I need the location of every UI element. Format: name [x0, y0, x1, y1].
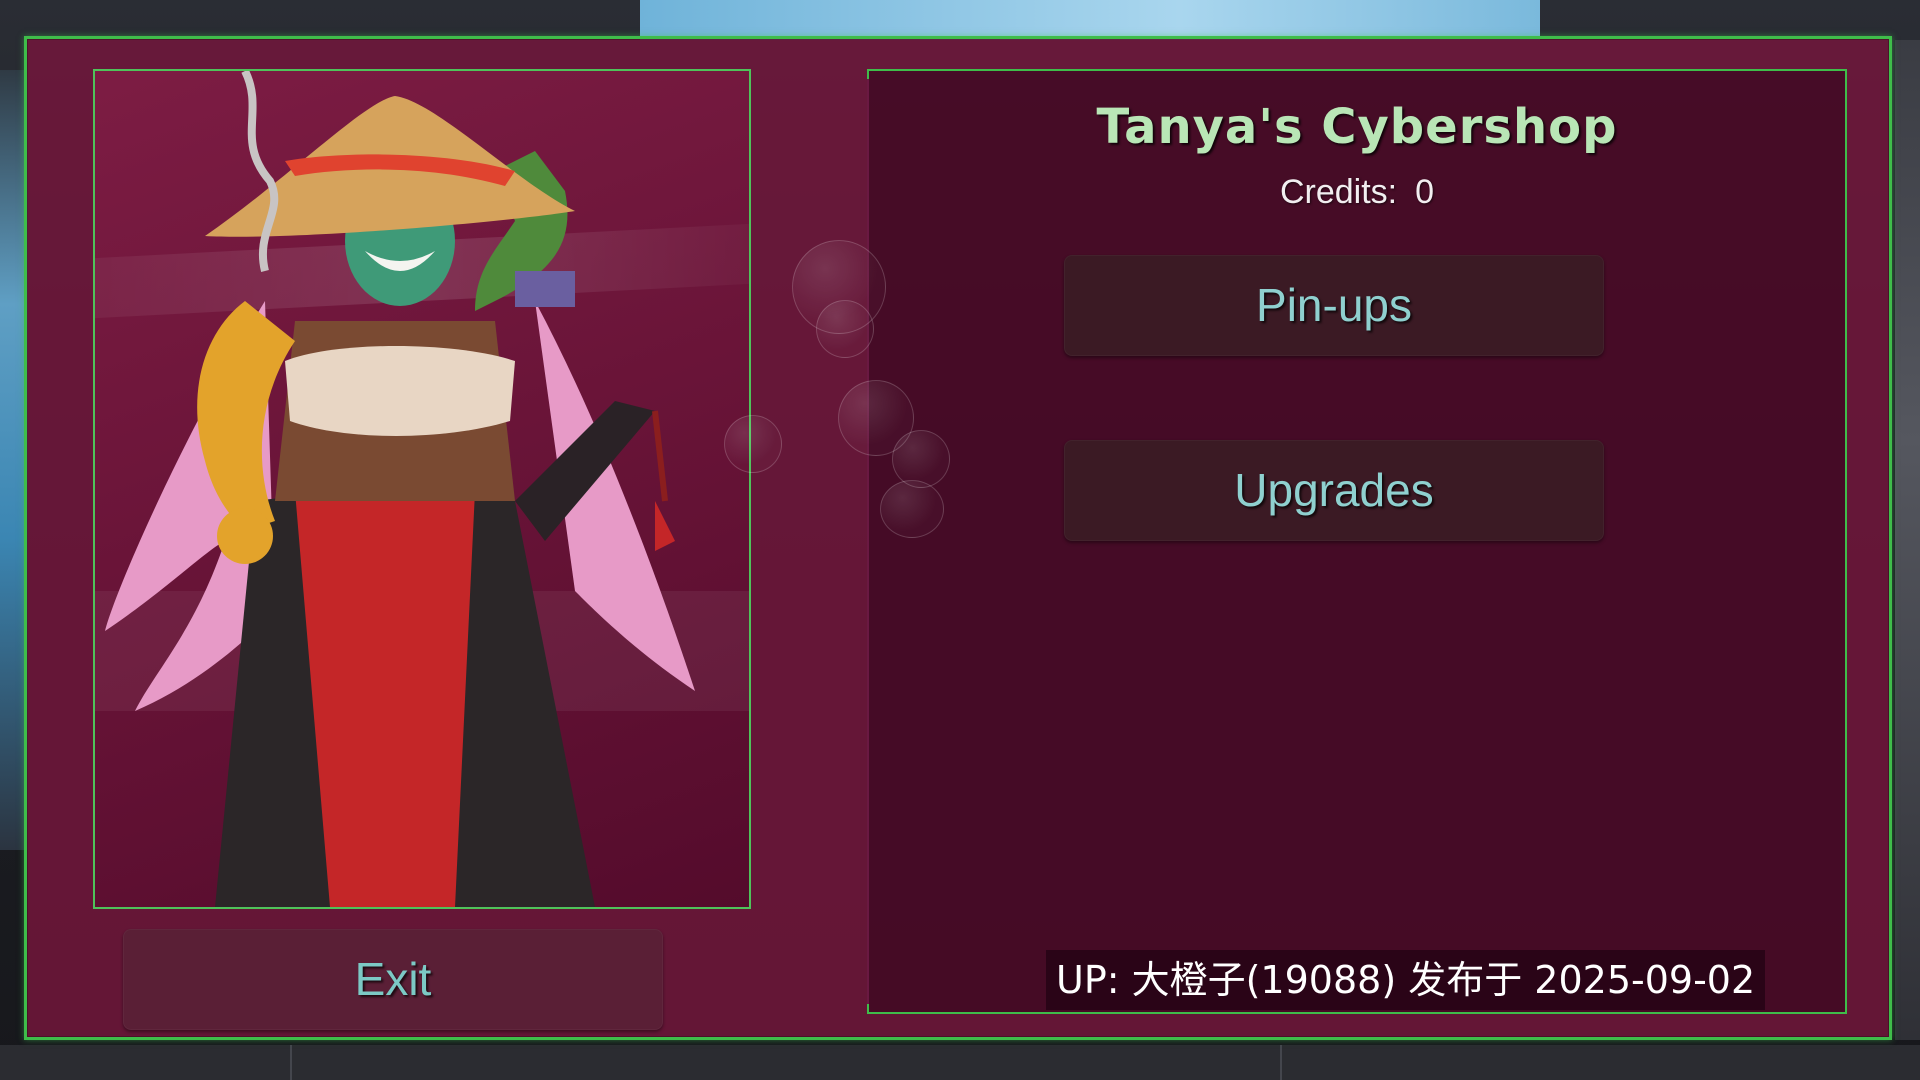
shop-title: Tanya's Cybershop — [1096, 99, 1618, 155]
pinups-button[interactable]: Pin-ups — [1064, 255, 1604, 356]
credits-display: Credits: 0 — [869, 173, 1845, 212]
game-scene: Tanya's Cybershop Credits: 0 Pin-ups Upgr… — [0, 0, 1920, 1080]
bubble-decoration — [892, 430, 950, 488]
floor-seam — [290, 1045, 292, 1080]
background-sky — [640, 0, 1540, 40]
exit-button[interactable]: Exit — [123, 929, 663, 1030]
shopkeeper-portrait — [93, 69, 751, 909]
bubble-decoration — [724, 415, 782, 473]
floor-seam — [1280, 1045, 1282, 1080]
bubble-decoration — [816, 300, 874, 358]
shop-info-panel: Tanya's Cybershop Credits: 0 — [867, 69, 1847, 1014]
upgrades-button[interactable]: Upgrades — [1064, 440, 1604, 541]
uploader-watermark: UP: 大橙子(19088) 发布于 2025-09-02 — [1046, 950, 1766, 1010]
background-wall — [1895, 40, 1920, 1040]
bubble-decoration — [880, 480, 944, 538]
background-floor-bar — [0, 1045, 1920, 1080]
credits-value: 0 — [1415, 173, 1435, 211]
credits-label: Credits: — [1279, 173, 1398, 211]
shopkeeper-character-image — [105, 71, 695, 907]
